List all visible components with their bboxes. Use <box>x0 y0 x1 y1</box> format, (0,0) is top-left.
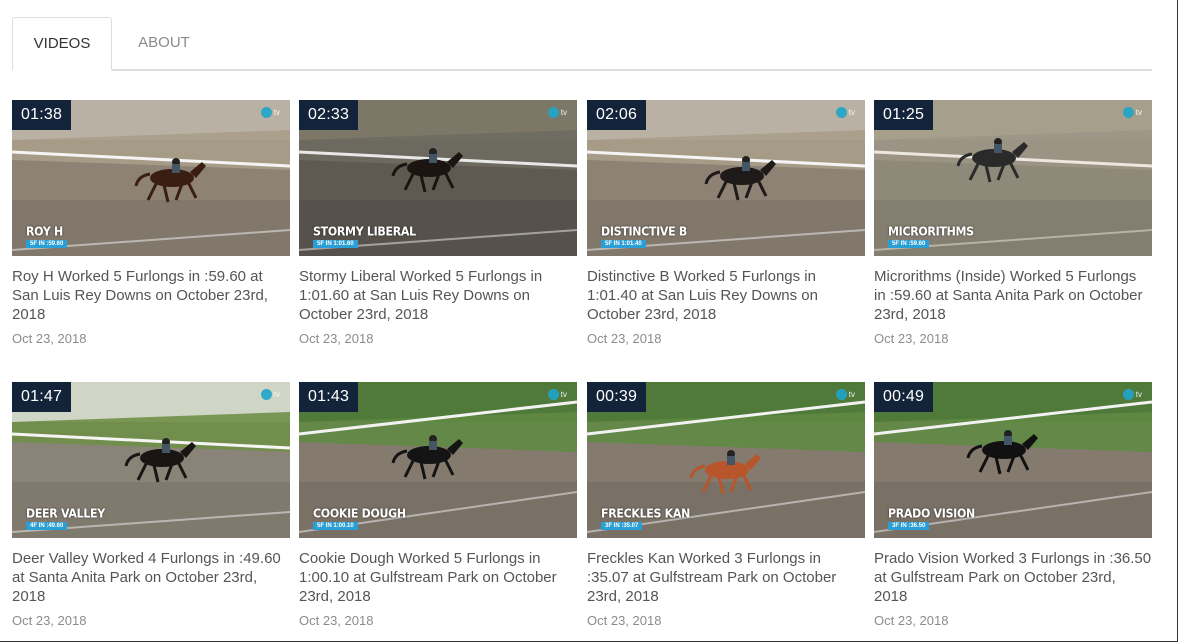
video-title[interactable]: Distinctive B Worked 5 Furlongs in 1:01.… <box>587 267 865 324</box>
video-thumbnail[interactable]: 01:38 tv ROY H 5F IN :59.60 <box>12 100 290 256</box>
horse-name-overlay: COOKIE DOUGH <box>313 506 406 521</box>
horse-name-overlay: DISTINCTIVE B <box>601 224 687 239</box>
video-thumbnail[interactable]: 02:06 tv DISTINCTIVE B 5F IN 1:01.40 <box>587 100 865 256</box>
duration-badge: 01:38 <box>12 100 72 130</box>
video-title[interactable]: Cookie Dough Worked 5 Furlongs in 1:00.1… <box>299 549 577 606</box>
video-thumbnail[interactable]: 01:43 tv COOKIE DOUGH 5F IN 1:00.10 <box>299 382 577 538</box>
video-card[interactable]: 01:25 tv MICRORITHMS 5F IN :59.60 Micror… <box>874 100 1152 347</box>
tab-bar: VIDEOS ABOUT <box>12 17 1152 71</box>
horse-name-overlay: STORMY LIBERAL <box>313 224 416 239</box>
horse-name-overlay: ROY H <box>26 224 63 239</box>
channel-logo-icon: tv <box>1122 389 1142 401</box>
video-thumbnail[interactable]: 01:25 tv MICRORITHMS 5F IN :59.60 <box>874 100 1152 256</box>
video-date: Oct 23, 2018 <box>12 613 87 628</box>
duration-badge: 01:47 <box>12 382 72 412</box>
workout-time-overlay: 5F IN 1:01.40 <box>601 240 646 248</box>
channel-logo-icon: tv <box>547 107 567 119</box>
video-title[interactable]: Roy H Worked 5 Furlongs in :59.60 at San… <box>12 267 290 324</box>
video-card[interactable]: 00:39 tv FRECKLES KAN 3F IN :35.07 Freck… <box>587 382 865 629</box>
video-date: Oct 23, 2018 <box>874 613 949 628</box>
workout-time-overlay: 3F IN :36.50 <box>888 522 930 530</box>
channel-logo-icon: tv <box>547 389 567 401</box>
workout-time-overlay: 5F IN 1:01.60 <box>313 240 358 248</box>
video-thumbnail[interactable]: 00:39 tv FRECKLES KAN 3F IN :35.07 <box>587 382 865 538</box>
horse-name-overlay: DEER VALLEY <box>26 506 105 521</box>
video-card[interactable]: 02:33 tv STORMY LIBERAL 5F IN 1:01.60 St… <box>299 100 577 347</box>
video-card[interactable]: 02:06 tv DISTINCTIVE B 5F IN 1:01.40 Dis… <box>587 100 865 347</box>
channel-logo-icon: tv <box>260 389 280 401</box>
duration-badge: 01:43 <box>299 382 359 412</box>
workout-time-overlay: 4F IN :49.60 <box>26 522 68 530</box>
workout-time-overlay: 3F IN :35.07 <box>601 522 643 530</box>
duration-badge: 00:39 <box>587 382 647 412</box>
video-date: Oct 23, 2018 <box>299 331 374 346</box>
channel-logo-icon: tv <box>835 107 855 119</box>
video-title[interactable]: Stormy Liberal Worked 5 Furlongs in 1:01… <box>299 267 577 324</box>
video-thumbnail[interactable]: 01:47 tv DEER VALLEY 4F IN :49.60 <box>12 382 290 538</box>
workout-time-overlay: 5F IN :59.60 <box>26 240 68 248</box>
channel-logo-icon: tv <box>835 389 855 401</box>
video-date: Oct 23, 2018 <box>587 331 662 346</box>
duration-badge: 01:25 <box>874 100 934 130</box>
video-thumbnail[interactable]: 02:33 tv STORMY LIBERAL 5F IN 1:01.60 <box>299 100 577 256</box>
video-date: Oct 23, 2018 <box>299 613 374 628</box>
channel-logo-icon: tv <box>1122 107 1142 119</box>
video-card[interactable]: 01:38 tv ROY H 5F IN :59.60 Roy H Worked… <box>12 100 290 347</box>
video-title[interactable]: Microrithms (Inside) Worked 5 Furlongs i… <box>874 267 1152 324</box>
video-date: Oct 23, 2018 <box>874 331 949 346</box>
video-title[interactable]: Deer Valley Worked 4 Furlongs in :49.60 … <box>12 549 290 606</box>
tab-about[interactable]: ABOUT <box>118 17 210 69</box>
video-card[interactable]: 00:49 tv PRADO VISION 3F IN :36.50 Prado… <box>874 382 1152 629</box>
video-date: Oct 23, 2018 <box>12 331 87 346</box>
video-card[interactable]: 01:47 tv DEER VALLEY 4F IN :49.60 Deer V… <box>12 382 290 629</box>
video-card[interactable]: 01:43 tv COOKIE DOUGH 5F IN 1:00.10 Cook… <box>299 382 577 629</box>
horse-name-overlay: PRADO VISION <box>888 506 975 521</box>
video-thumbnail[interactable]: 00:49 tv PRADO VISION 3F IN :36.50 <box>874 382 1152 538</box>
video-date: Oct 23, 2018 <box>587 613 662 628</box>
duration-badge: 02:33 <box>299 100 359 130</box>
duration-badge: 00:49 <box>874 382 934 412</box>
workout-time-overlay: 5F IN :59.60 <box>888 240 930 248</box>
tab-videos[interactable]: VIDEOS <box>12 17 112 71</box>
channel-logo-icon: tv <box>260 107 280 119</box>
horse-name-overlay: FRECKLES KAN <box>601 506 691 521</box>
video-title[interactable]: Prado Vision Worked 3 Furlongs in :36.50… <box>874 549 1152 606</box>
duration-badge: 02:06 <box>587 100 647 130</box>
horse-name-overlay: MICRORITHMS <box>888 224 974 239</box>
video-title[interactable]: Freckles Kan Worked 3 Furlongs in :35.07… <box>587 549 865 606</box>
workout-time-overlay: 5F IN 1:00.10 <box>313 522 358 530</box>
